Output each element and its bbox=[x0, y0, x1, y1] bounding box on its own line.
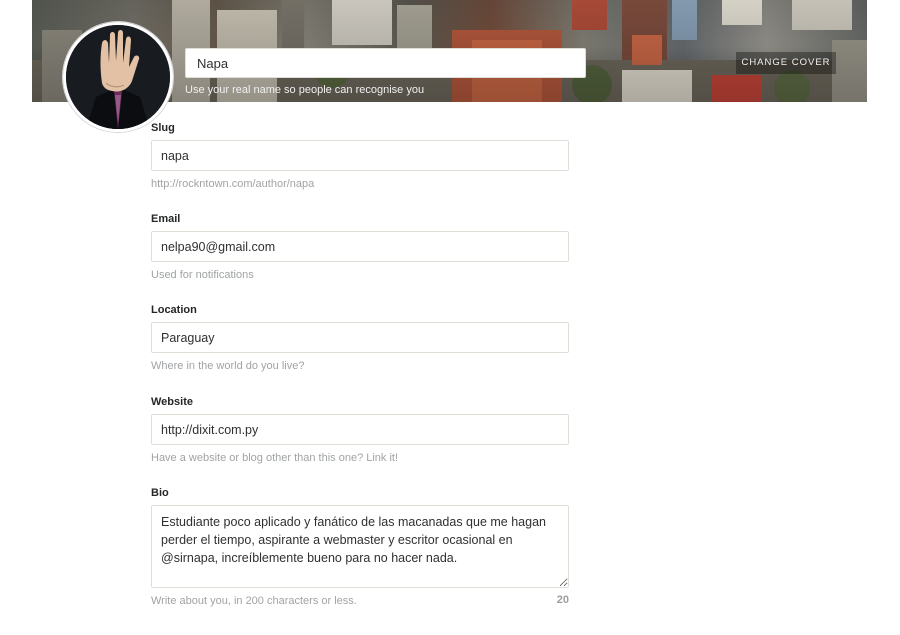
user-profile-page: CHANGE COVER Use your real name so peopl… bbox=[0, 0, 900, 635]
slug-hint: http://rockntown.com/author/napa bbox=[151, 178, 315, 190]
bio-label: Bio bbox=[151, 487, 169, 499]
email-label: Email bbox=[151, 213, 181, 225]
location-field: Location Where in the world do you live? bbox=[151, 303, 569, 373]
location-hint: Where in the world do you live? bbox=[151, 360, 305, 372]
email-hint: Used for notifications bbox=[151, 269, 254, 281]
website-hint: Have a website or blog other than this o… bbox=[151, 452, 399, 464]
bio-character-counter: 20 bbox=[556, 594, 569, 606]
raised-hand-photo bbox=[66, 25, 170, 129]
location-label: Location bbox=[151, 304, 197, 316]
website-label: Website bbox=[151, 396, 193, 408]
slug-input[interactable] bbox=[151, 140, 569, 171]
change-cover-button[interactable]: CHANGE COVER bbox=[736, 52, 836, 74]
bio-footer: Write about you, in 200 characters or le… bbox=[151, 594, 569, 608]
location-input[interactable] bbox=[151, 322, 569, 353]
email-field: Email Used for notifications bbox=[151, 212, 569, 282]
bio-hint: Write about you, in 200 characters or le… bbox=[151, 595, 357, 607]
website-input[interactable] bbox=[151, 414, 569, 445]
email-input[interactable] bbox=[151, 231, 569, 262]
bio-field: Bio Estudiante poco aplicado y fanático … bbox=[151, 486, 569, 608]
profile-avatar[interactable] bbox=[63, 22, 173, 132]
slug-label: Slug bbox=[151, 122, 175, 134]
full-name-hint: Use your real name so people can recogni… bbox=[185, 84, 425, 96]
slug-field: Slug http://rockntown.com/author/napa bbox=[151, 121, 569, 191]
full-name-input[interactable] bbox=[185, 48, 586, 78]
website-field: Website Have a website or blog other tha… bbox=[151, 395, 569, 465]
bio-textarea[interactable]: Estudiante poco aplicado y fanático de l… bbox=[151, 505, 569, 588]
